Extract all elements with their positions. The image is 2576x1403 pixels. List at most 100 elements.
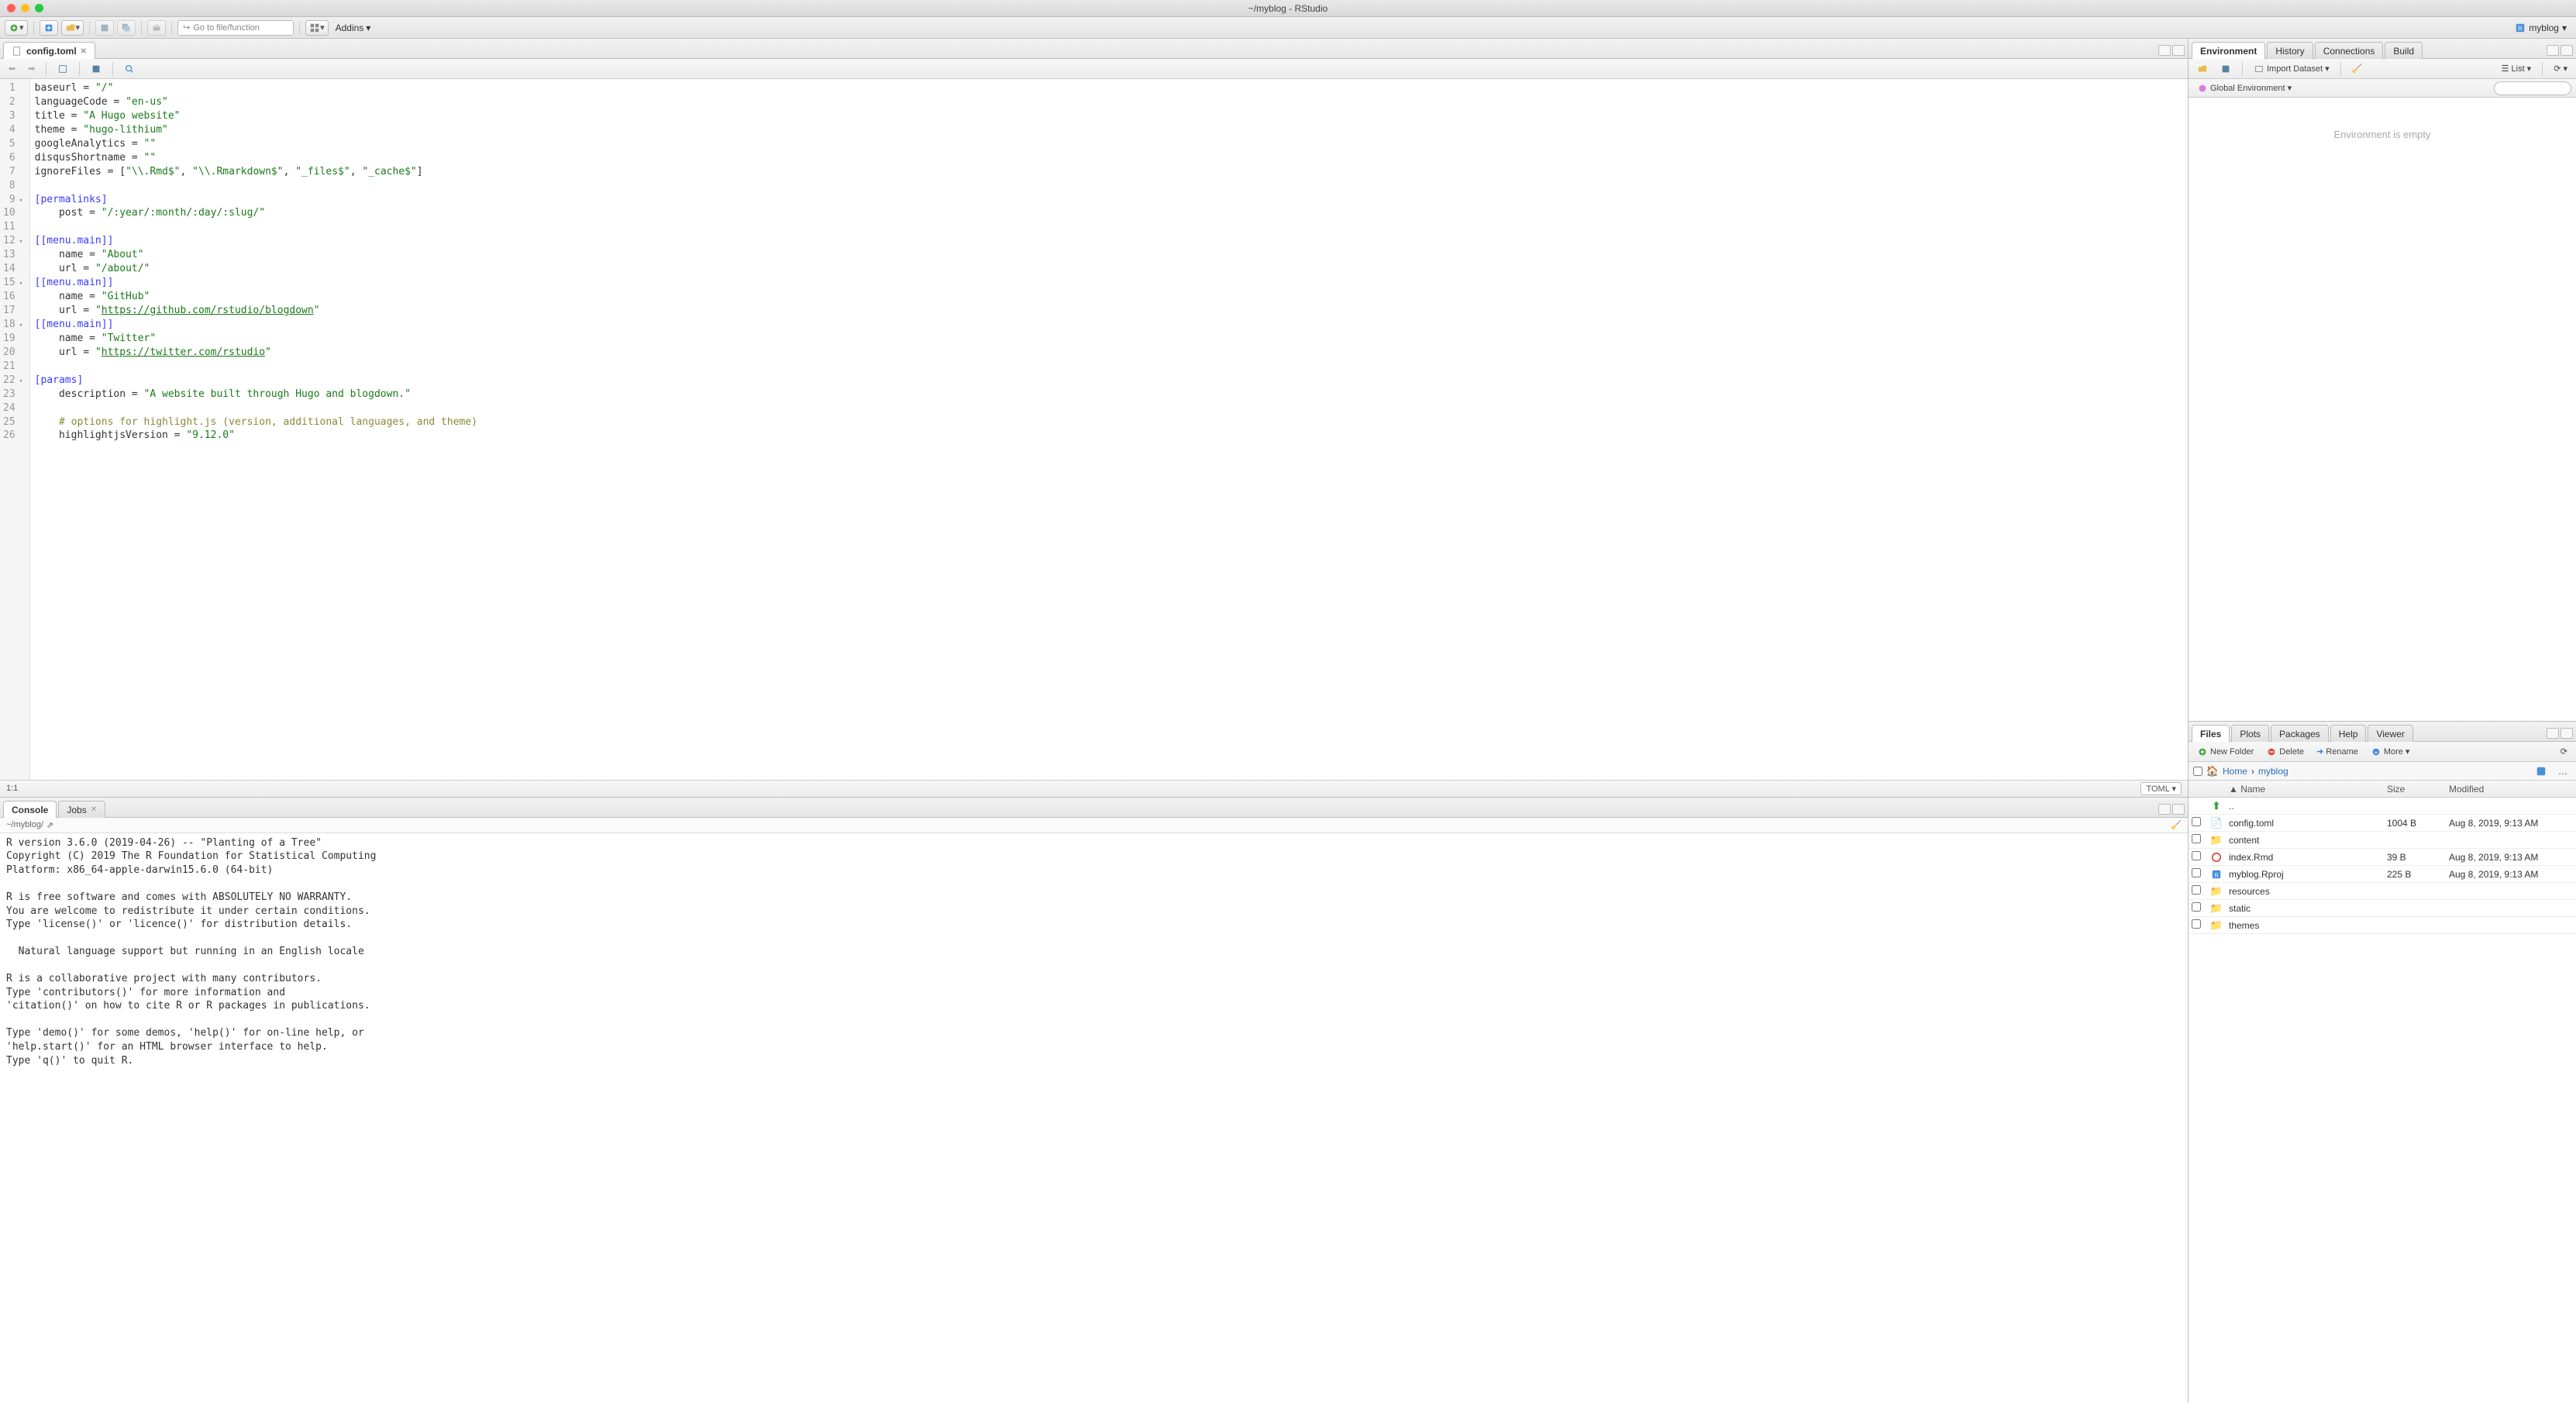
file-name: index.Rmd — [2229, 852, 2387, 863]
file-modified: Aug 8, 2019, 9:13 AM — [2449, 869, 2573, 880]
show-in-new-button[interactable] — [53, 63, 72, 75]
addins-menu[interactable]: Addins ▾ — [332, 22, 375, 34]
goto-arrow-icon: ↪ — [183, 22, 190, 33]
scope-selector[interactable]: Global Environment ▾ — [2193, 82, 2295, 95]
more-button[interactable]: More ▾ — [2367, 746, 2414, 758]
files-toolbar: New Folder Delete ➜ Rename More ▾ ⟳ — [2189, 742, 2576, 762]
tab-history[interactable]: History — [2267, 42, 2313, 59]
home-icon[interactable]: 🏠 — [2206, 765, 2219, 777]
rproject-goto-icon[interactable] — [2532, 765, 2550, 777]
table-header[interactable]: ▲ Name Size Modified — [2189, 781, 2576, 798]
save-button[interactable] — [95, 20, 114, 36]
refresh-button[interactable]: ⟳ ▾ — [2550, 63, 2571, 74]
table-row[interactable]: index.Rmd39 BAug 8, 2019, 9:13 AM — [2189, 849, 2576, 866]
table-row[interactable]: Rmyblog.Rproj225 BAug 8, 2019, 9:13 AM — [2189, 866, 2576, 883]
tab-packages[interactable]: Packages — [2271, 725, 2329, 742]
table-row[interactable]: 📁resources — [2189, 883, 2576, 900]
goto-file-input[interactable]: ↪ Go to file/function — [177, 20, 294, 36]
select-all-checkbox[interactable] — [2193, 767, 2202, 776]
crumb-home[interactable]: Home — [2223, 766, 2247, 777]
maximize-pane-icon[interactable] — [2172, 45, 2185, 56]
globe-icon — [2197, 83, 2208, 94]
row-checkbox[interactable] — [2192, 834, 2201, 843]
minimize-pane-icon[interactable] — [2547, 728, 2559, 739]
breadcrumb: 🏠 Home › myblog … — [2189, 762, 2576, 781]
rproj-icon: R — [2210, 868, 2223, 881]
crumb-folder[interactable]: myblog — [2258, 766, 2288, 777]
code-editor[interactable]: 123456789▾101112▾131415▾161718▾19202122▾… — [0, 79, 2188, 780]
tab-label: config.toml — [26, 46, 77, 57]
refresh-files-button[interactable]: ⟳ — [2557, 746, 2571, 757]
open-folder-icon[interactable]: ⇗ — [46, 820, 53, 830]
close-icon[interactable]: ✕ — [81, 47, 87, 56]
new-project-button[interactable] — [40, 20, 58, 36]
close-icon[interactable]: ✕ — [91, 805, 97, 814]
env-toolbar: Import Dataset ▾ 🧹 ☰ List ▾ ⟳ ▾ — [2189, 59, 2576, 79]
maximize-pane-icon[interactable] — [2561, 45, 2573, 56]
minimize-icon[interactable] — [21, 4, 29, 12]
zoom-icon[interactable] — [35, 4, 43, 12]
clear-env-button[interactable]: 🧹 — [2348, 63, 2367, 74]
print-button[interactable] — [147, 20, 166, 36]
tab-environment[interactable]: Environment — [2192, 42, 2265, 59]
table-row[interactable]: 📁content — [2189, 832, 2576, 849]
import-dataset-button[interactable]: Import Dataset ▾ — [2250, 63, 2333, 75]
load-workspace-button[interactable] — [2193, 63, 2212, 75]
clear-console-icon[interactable]: 🧹 — [2171, 820, 2182, 830]
save-all-button[interactable] — [117, 20, 136, 36]
tab-connections[interactable]: Connections — [2315, 42, 2384, 59]
folder-icon: 📁 — [2210, 902, 2223, 915]
grid-button[interactable]: ▾ — [305, 20, 329, 36]
minimize-pane-icon[interactable] — [2547, 45, 2559, 56]
editor-toolbar: ⬅ ➡ — [0, 59, 2188, 79]
env-empty-message: Environment is empty — [2189, 98, 2576, 721]
folder-icon: 📁 — [2210, 919, 2223, 932]
tab-console[interactable]: Console — [3, 801, 57, 818]
console-pane: Console Jobs ✕ ~/myblog/ ⇗ 🧹 R version 3… — [0, 797, 2188, 1403]
tab-viewer[interactable]: Viewer — [2368, 725, 2412, 742]
folder-icon: 📁 — [2210, 834, 2223, 846]
row-checkbox[interactable] — [2192, 902, 2201, 912]
list-mode-button[interactable]: ☰ List ▾ — [2498, 63, 2536, 74]
tab-plots[interactable]: Plots — [2231, 725, 2269, 742]
console-output[interactable]: R version 3.6.0 (2019-04-26) -- "Plantin… — [0, 833, 2188, 1403]
up-label: .. — [2229, 801, 2387, 812]
table-row[interactable]: 📄config.toml1004 BAug 8, 2019, 9:13 AM — [2189, 815, 2576, 832]
new-folder-button[interactable]: New Folder — [2193, 746, 2257, 758]
open-file-button[interactable]: ▾ — [61, 20, 84, 36]
minimize-pane-icon[interactable] — [2158, 804, 2171, 815]
save-source-button[interactable] — [87, 63, 105, 75]
row-checkbox[interactable] — [2192, 885, 2201, 895]
row-checkbox[interactable] — [2192, 817, 2201, 826]
forward-button[interactable]: ➡ — [24, 63, 39, 74]
row-checkbox[interactable] — [2192, 851, 2201, 860]
close-icon[interactable] — [7, 4, 15, 12]
tab-config-toml[interactable]: config.toml ✕ — [3, 42, 95, 59]
new-file-button[interactable]: ▾ — [5, 20, 28, 36]
save-workspace-button[interactable] — [2216, 63, 2235, 75]
console-tabbar: Console Jobs ✕ — [0, 798, 2188, 818]
env-search-input[interactable] — [2494, 81, 2571, 95]
row-checkbox[interactable] — [2192, 868, 2201, 877]
rename-button[interactable]: ➜ Rename — [2313, 746, 2362, 757]
find-button[interactable] — [120, 63, 139, 75]
tab-files[interactable]: Files — [2192, 725, 2230, 742]
up-directory-row[interactable]: ⬆ .. — [2189, 798, 2576, 815]
files-tabbar: Files Plots Packages Help Viewer — [2189, 722, 2576, 742]
more-path-button[interactable]: … — [2554, 765, 2571, 777]
file-name: resources — [2229, 886, 2387, 897]
tab-build[interactable]: Build — [2385, 42, 2423, 59]
table-row[interactable]: 📁themes — [2189, 917, 2576, 934]
row-checkbox[interactable] — [2192, 919, 2201, 929]
minimize-pane-icon[interactable] — [2158, 45, 2171, 56]
maximize-pane-icon[interactable] — [2561, 728, 2573, 739]
project-selector[interactable]: R myblog ▾ — [2515, 22, 2571, 33]
language-selector[interactable]: TOML ▾ — [2140, 782, 2182, 795]
delete-button[interactable]: Delete — [2262, 746, 2308, 758]
tab-jobs[interactable]: Jobs ✕ — [58, 801, 105, 818]
maximize-pane-icon[interactable] — [2172, 804, 2185, 815]
tab-help[interactable]: Help — [2330, 725, 2367, 742]
svg-text:R: R — [2214, 873, 2218, 878]
back-button[interactable]: ⬅ — [5, 63, 19, 74]
table-row[interactable]: 📁static — [2189, 900, 2576, 917]
